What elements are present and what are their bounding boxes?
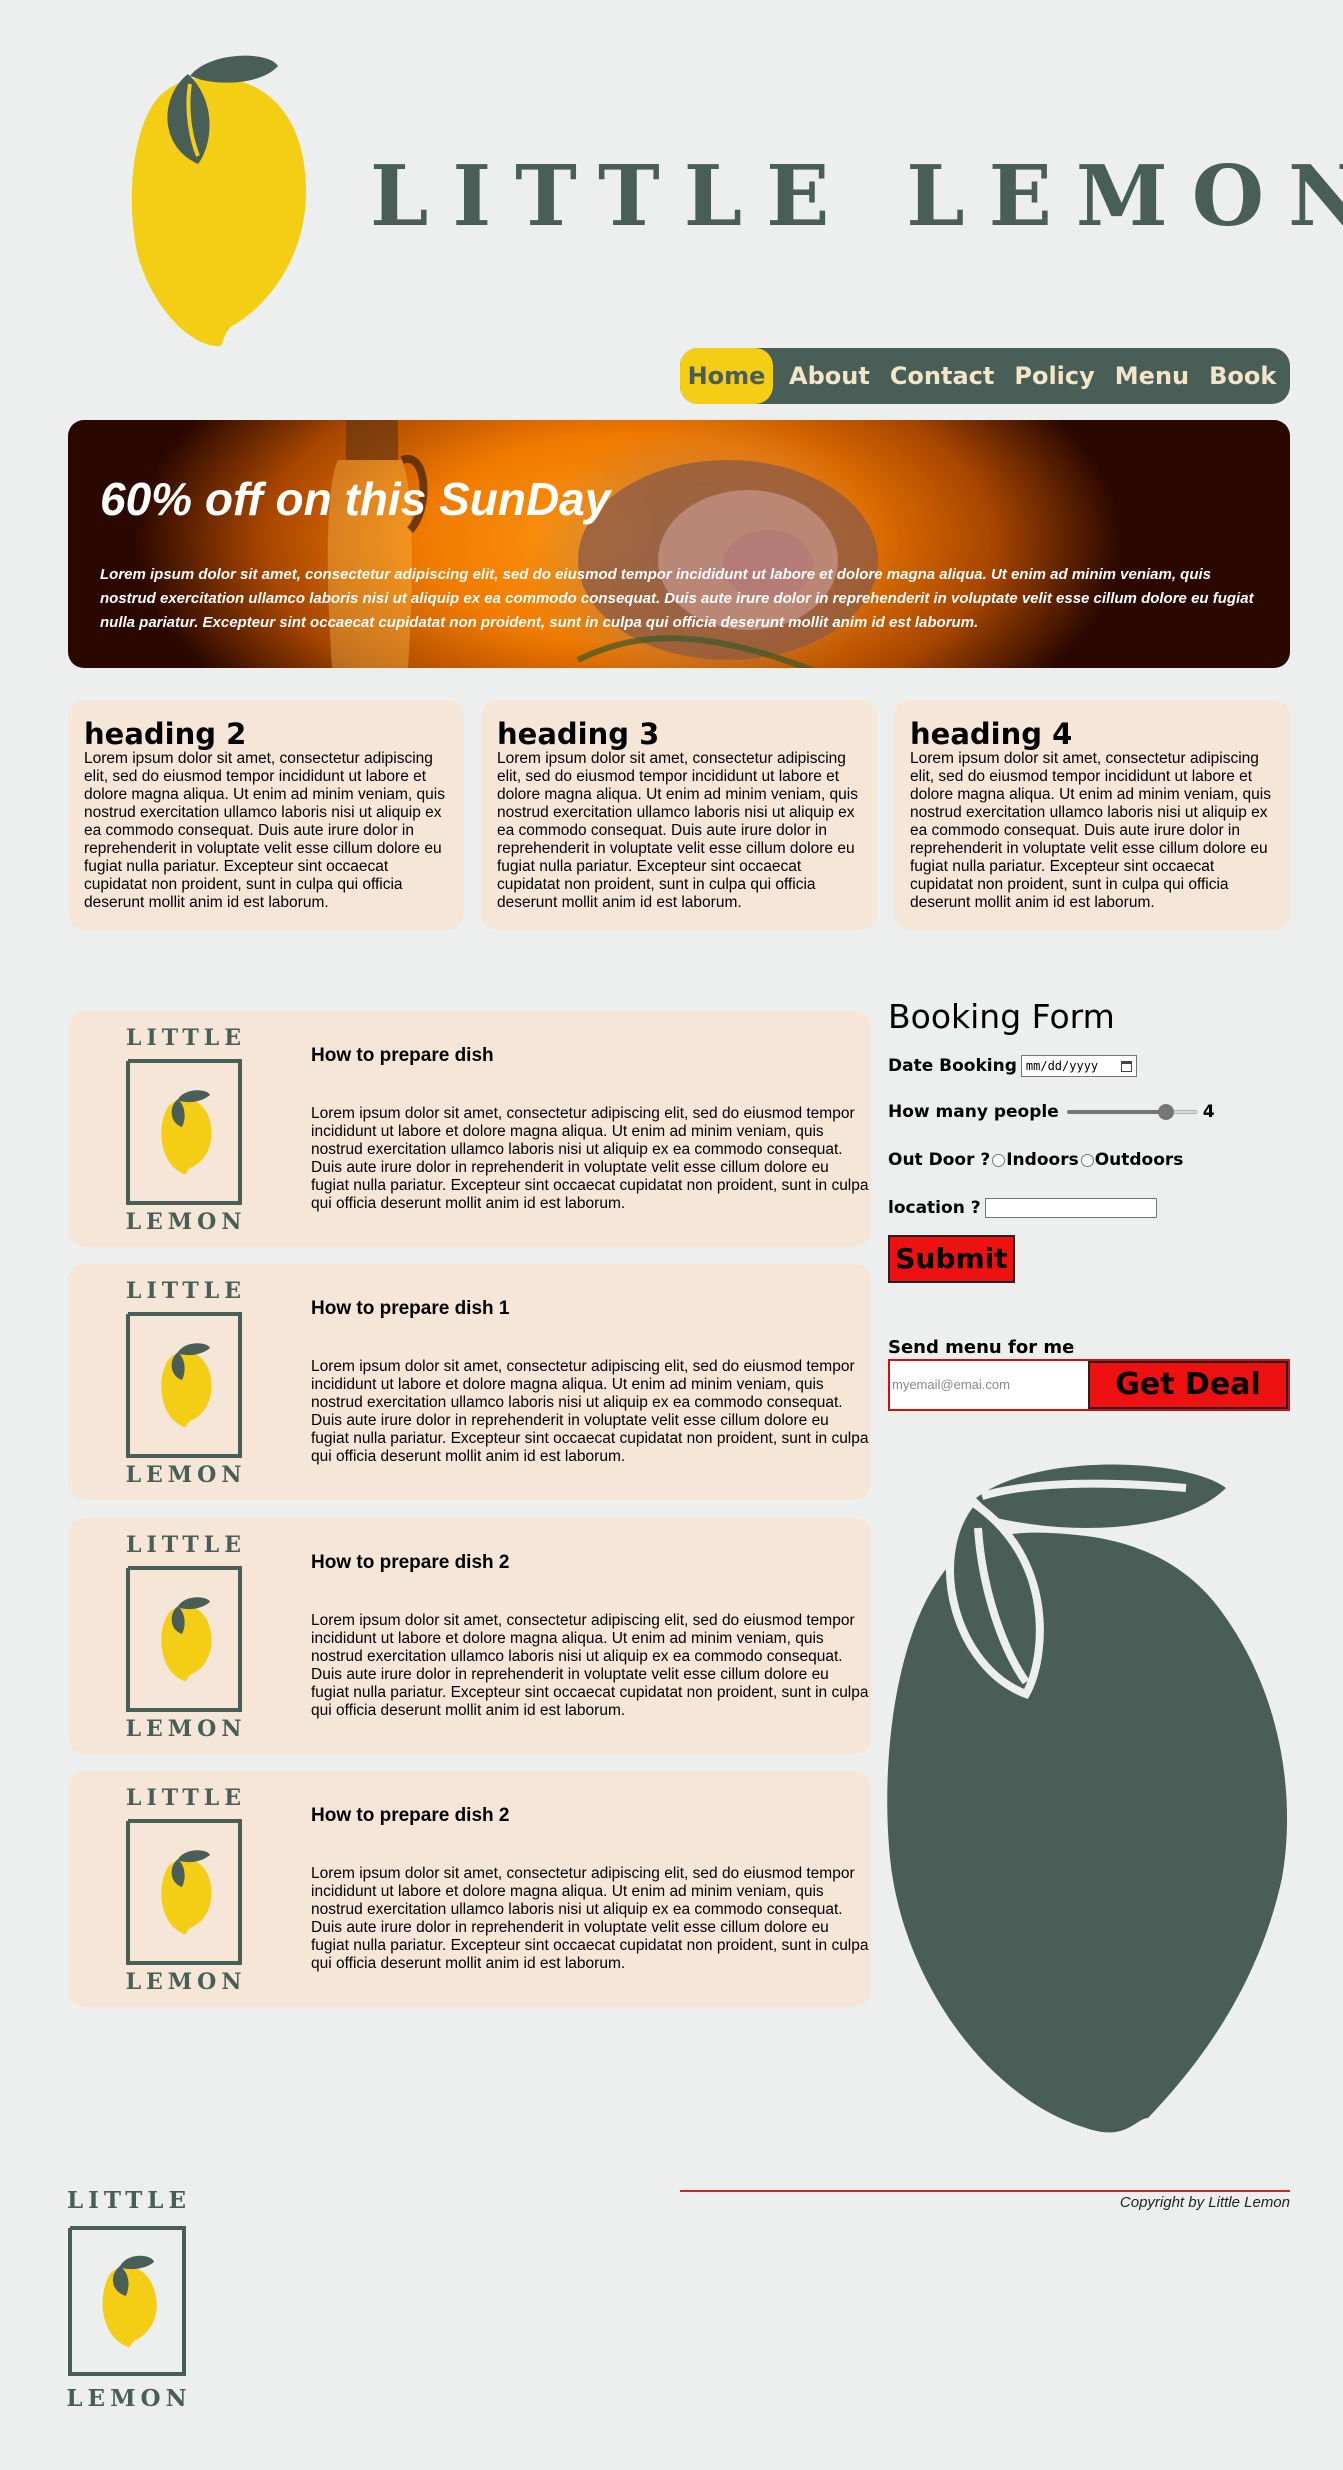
get-deal-button[interactable]: Get Deal	[1088, 1361, 1288, 1409]
email-input[interactable]: myemail@emai.com	[890, 1361, 1088, 1409]
deal-form: myemail@emai.com Get Deal	[888, 1359, 1290, 1411]
card-heading: heading 4	[910, 717, 1073, 751]
info-card: heading 4 Lorem ipsum dolor sit amet, co…	[894, 700, 1290, 930]
dish-title: How to prepare dish 1	[311, 1298, 510, 1319]
booking-title: Booking Form	[888, 997, 1115, 1036]
nav-policy[interactable]: Policy	[1004, 348, 1104, 404]
promo-title: 60% off on this SunDay	[100, 473, 611, 525]
card-heading: heading 2	[84, 717, 247, 751]
outdoor-row: Out Door ? Indoors Outdoors	[888, 1150, 1183, 1170]
dish-card: LITTLE LEMON How to prepare dish 2 Lorem…	[68, 1771, 871, 2007]
location-row: location ?	[888, 1198, 1157, 1218]
people-row: How many people 4	[888, 1102, 1215, 1122]
nav-contact[interactable]: Contact	[880, 348, 1005, 404]
svg-text:LEMON: LEMON	[66, 2385, 191, 2410]
nav-about[interactable]: About	[779, 348, 880, 404]
svg-text:LEMON: LEMON	[126, 1462, 247, 1488]
footer-divider	[680, 2190, 1290, 2192]
dish-title: How to prepare dish	[311, 1045, 494, 1066]
people-value: 4	[1202, 1102, 1215, 1122]
dish-text: Lorem ipsum dolor sit amet, consectetur …	[311, 1612, 869, 1719]
lemon-logo-icon	[131, 55, 307, 347]
card-heading: heading 3	[497, 717, 660, 751]
people-slider[interactable]	[1066, 1104, 1197, 1120]
dish-card: LITTLE LEMON How to prepare dish 2 Lorem…	[68, 1518, 871, 1754]
calendar-icon[interactable]	[1120, 1060, 1132, 1072]
svg-text:LITTLE: LITTLE	[126, 1278, 246, 1304]
date-input[interactable]: mm/dd/yyyy	[1020, 1055, 1137, 1077]
outdoors-label[interactable]: Outdoors	[1095, 1150, 1184, 1170]
card-text: Lorem ipsum dolor sit amet, consectetur …	[84, 750, 445, 911]
little-lemon-logo: LITTLE LEMON	[126, 1532, 247, 1742]
date-row: Date Booking mm/dd/yyyy	[888, 1055, 1137, 1077]
outdoor-label: Out Door ?	[888, 1150, 991, 1170]
promo-text: Lorem ipsum dolor sit amet, consectetur …	[100, 566, 1254, 631]
svg-text:LITTLE: LITTLE	[126, 1532, 246, 1558]
dish-card: LITTLE LEMON How to prepare dish Lorem i…	[68, 1011, 871, 1247]
indoors-label[interactable]: Indoors	[1006, 1150, 1078, 1170]
promo-banner: 60% off on this SunDay Lorem ipsum dolor…	[68, 420, 1290, 668]
nav-home[interactable]: Home	[680, 348, 773, 404]
dish-title: How to prepare dish 2	[311, 1805, 510, 1826]
slider-thumb[interactable]	[1157, 1104, 1174, 1120]
location-input[interactable]	[984, 1198, 1157, 1218]
footer-logo: LITTLE LEMON	[66, 2187, 191, 2410]
little-lemon-logo: LITTLE LEMON	[126, 1025, 247, 1235]
site-title: LITTLE LEMON	[370, 147, 1343, 245]
dish-card: LITTLE LEMON How to prepare dish 1 Lorem…	[68, 1264, 871, 1500]
svg-text:LITTLE: LITTLE	[126, 1785, 246, 1811]
slider-fill	[1066, 1110, 1166, 1114]
card-text: Lorem ipsum dolor sit amet, consectetur …	[497, 750, 858, 911]
date-placeholder: mm/dd/yyyy	[1025, 1059, 1099, 1073]
dish-title: How to prepare dish 2	[311, 1552, 510, 1573]
nav-menu[interactable]: Menu	[1105, 348, 1199, 404]
submit-button[interactable]: Submit	[888, 1235, 1015, 1283]
large-lemon-icon	[887, 1464, 1288, 2133]
dish-text: Lorem ipsum dolor sit amet, consectetur …	[311, 1865, 869, 1972]
dish-text: Lorem ipsum dolor sit amet, consectetur …	[311, 1105, 869, 1212]
main-nav: Home About Contact Policy Menu Book	[680, 348, 1290, 404]
people-label: How many people	[888, 1102, 1059, 1122]
svg-text:LITTLE: LITTLE	[126, 1025, 246, 1051]
indoors-radio[interactable]	[992, 1153, 1006, 1167]
svg-text:LEMON: LEMON	[126, 1209, 247, 1235]
svg-text:LEMON: LEMON	[126, 1716, 247, 1742]
send-menu-label: Send menu for me	[888, 1337, 1075, 1358]
location-label: location ?	[888, 1198, 981, 1218]
info-card: heading 3 Lorem ipsum dolor sit amet, co…	[481, 700, 877, 930]
little-lemon-logo: LITTLE LEMON	[126, 1785, 247, 1995]
nav-book[interactable]: Book	[1199, 348, 1286, 404]
little-lemon-logo: LITTLE LEMON	[126, 1278, 247, 1488]
info-card: heading 2 Lorem ipsum dolor sit amet, co…	[68, 700, 464, 930]
outdoors-radio[interactable]	[1080, 1153, 1094, 1167]
svg-text:LITTLE: LITTLE	[67, 2187, 191, 2214]
copyright-text: Copyright by Little Lemon	[1119, 2194, 1290, 2211]
date-label: Date Booking	[888, 1056, 1017, 1076]
card-text: Lorem ipsum dolor sit amet, consectetur …	[910, 750, 1271, 911]
svg-text:LEMON: LEMON	[126, 1969, 247, 1995]
dish-text: Lorem ipsum dolor sit amet, consectetur …	[311, 1358, 869, 1465]
